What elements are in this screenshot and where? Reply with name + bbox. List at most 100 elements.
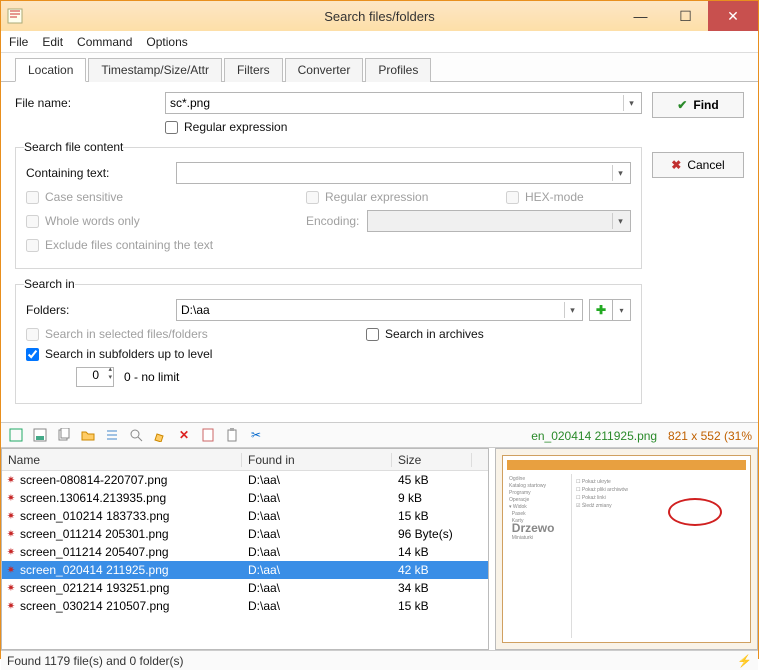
table-row[interactable]: ✷screen_011214 205301.pngD:\aa\96 Byte(s… bbox=[2, 525, 488, 543]
row-name: screen_011214 205407.png bbox=[20, 545, 242, 559]
table-row[interactable]: ✷screen_020414 211925.pngD:\aa\42 kB bbox=[2, 561, 488, 579]
preview-pane: OgólneKatalog startowyProgramyOperacje▾ … bbox=[495, 448, 758, 650]
searchin-fieldset: Search in Folders: D:\aa ▾ ✚ ▾ Search in… bbox=[15, 277, 642, 404]
containing-input[interactable]: ▾ bbox=[176, 162, 631, 184]
regex-checkbox[interactable]: Regular expression bbox=[165, 120, 287, 134]
row-size: 9 kB bbox=[392, 491, 472, 505]
row-size: 15 kB bbox=[392, 599, 472, 613]
case-sensitive-checkbox[interactable]: Case sensitive bbox=[26, 190, 266, 204]
menu-options[interactable]: Options bbox=[146, 35, 187, 49]
file-icon: ✷ bbox=[2, 583, 20, 594]
table-row[interactable]: ✷screen.130614.213935.pngD:\aa\9 kB bbox=[2, 489, 488, 507]
view-icon[interactable] bbox=[7, 426, 25, 444]
encoding-select: ▾ bbox=[367, 210, 631, 232]
chevron-down-icon[interactable]: ▾ bbox=[564, 302, 580, 318]
menu-edit[interactable]: Edit bbox=[42, 35, 63, 49]
bolt-icon[interactable]: ⚡ bbox=[737, 654, 752, 668]
encoding-label: Encoding: bbox=[306, 214, 359, 228]
tab-timestamp[interactable]: Timestamp/Size/Attr bbox=[88, 58, 222, 82]
file-icon: ✷ bbox=[2, 493, 20, 504]
row-name: screen-080814-220707.png bbox=[20, 473, 242, 487]
copy-icon[interactable] bbox=[55, 426, 73, 444]
row-name: screen_021214 193251.png bbox=[20, 581, 242, 595]
row-found: D:\aa\ bbox=[242, 581, 392, 595]
row-found: D:\aa\ bbox=[242, 509, 392, 523]
row-name: screen.130614.213935.png bbox=[20, 491, 242, 505]
row-found: D:\aa\ bbox=[242, 545, 392, 559]
table-row[interactable]: ✷screen_030214 210507.pngD:\aa\15 kB bbox=[2, 597, 488, 615]
minimize-button[interactable]: — bbox=[618, 1, 663, 31]
file-icon: ✷ bbox=[2, 601, 20, 612]
row-name: screen_020414 211925.png bbox=[20, 563, 242, 577]
menubar: File Edit Command Options bbox=[1, 31, 758, 53]
file-icon: ✷ bbox=[2, 475, 20, 486]
table-row[interactable]: ✷screen_010214 183733.pngD:\aa\15 kB bbox=[2, 507, 488, 525]
menu-file[interactable]: File bbox=[9, 35, 28, 49]
window-title: Search files/folders bbox=[324, 9, 435, 24]
content-fieldset: Search file content Containing text: ▾ C… bbox=[15, 140, 642, 269]
tab-converter[interactable]: Converter bbox=[285, 58, 364, 82]
menu-command[interactable]: Command bbox=[77, 35, 132, 49]
find-icon[interactable] bbox=[127, 426, 145, 444]
row-found: D:\aa\ bbox=[242, 473, 392, 487]
row-size: 96 Byte(s) bbox=[392, 527, 472, 541]
list-icon[interactable] bbox=[103, 426, 121, 444]
exclude-checkbox[interactable]: Exclude files containing the text bbox=[26, 238, 213, 252]
row-name: screen_011214 205301.png bbox=[20, 527, 242, 541]
archives-checkbox[interactable]: Search in archives bbox=[366, 327, 484, 341]
level-hint: 0 - no limit bbox=[124, 370, 179, 384]
row-size: 34 kB bbox=[392, 581, 472, 595]
col-size[interactable]: Size bbox=[392, 453, 472, 467]
selected-files-checkbox[interactable]: Search in selected files/folders bbox=[26, 327, 326, 341]
row-found: D:\aa\ bbox=[242, 527, 392, 541]
level-spinner[interactable]: 0 bbox=[76, 367, 114, 387]
filename-value: sc*.png bbox=[170, 96, 210, 110]
status-text: Found 1179 file(s) and 0 folder(s) bbox=[7, 654, 184, 668]
row-name: screen_010214 183733.png bbox=[20, 509, 242, 523]
find-button[interactable]: ✔ Find bbox=[652, 92, 744, 118]
add-folder-button[interactable]: ✚ bbox=[589, 299, 613, 321]
table-row[interactable]: ✷screen-080814-220707.pngD:\aa\45 kB bbox=[2, 471, 488, 489]
close-button[interactable]: ✕ bbox=[708, 1, 758, 31]
folder-icon[interactable] bbox=[79, 426, 97, 444]
app-icon bbox=[7, 8, 23, 24]
props-icon[interactable] bbox=[199, 426, 217, 444]
filename-input[interactable]: sc*.png ▾ bbox=[165, 92, 642, 114]
content-legend: Search file content bbox=[24, 140, 123, 154]
whole-words-checkbox[interactable]: Whole words only bbox=[26, 214, 266, 228]
row-found: D:\aa\ bbox=[242, 563, 392, 577]
table-row[interactable]: ✷screen_011214 205407.pngD:\aa\14 kB bbox=[2, 543, 488, 561]
chevron-down-icon[interactable]: ▾ bbox=[612, 165, 628, 181]
statusbar: Found 1179 file(s) and 0 folder(s) ⚡ bbox=[1, 650, 758, 670]
row-found: D:\aa\ bbox=[242, 599, 392, 613]
cancel-button[interactable]: ✖ Cancel bbox=[652, 152, 744, 178]
add-folder-dropdown[interactable]: ▾ bbox=[613, 299, 631, 321]
file-icon: ✷ bbox=[2, 565, 20, 576]
cut-icon[interactable]: ✂ bbox=[247, 426, 265, 444]
chevron-down-icon[interactable]: ▾ bbox=[623, 95, 639, 111]
col-found[interactable]: Found in bbox=[242, 453, 392, 467]
col-name[interactable]: Name bbox=[2, 453, 242, 467]
subfolders-checkbox[interactable]: Search in subfolders up to level bbox=[26, 347, 212, 361]
chevron-down-icon: ▾ bbox=[612, 213, 628, 229]
regex2-checkbox[interactable]: Regular expression bbox=[306, 190, 466, 204]
clipboard-icon[interactable] bbox=[223, 426, 241, 444]
tab-profiles[interactable]: Profiles bbox=[365, 58, 431, 82]
maximize-button[interactable]: ☐ bbox=[663, 1, 708, 31]
tab-location[interactable]: Location bbox=[15, 58, 86, 82]
row-name: screen_030214 210507.png bbox=[20, 599, 242, 613]
hex-checkbox[interactable]: HEX-mode bbox=[506, 190, 584, 204]
titlebar: Search files/folders — ☐ ✕ bbox=[1, 1, 758, 31]
list-header: Name Found in Size bbox=[2, 449, 488, 471]
delete-icon[interactable]: ✕ bbox=[175, 426, 193, 444]
edit-icon[interactable] bbox=[151, 426, 169, 444]
x-icon: ✖ bbox=[671, 158, 681, 172]
table-row[interactable]: ✷screen_021214 193251.pngD:\aa\34 kB bbox=[2, 579, 488, 597]
file-icon: ✷ bbox=[2, 511, 20, 522]
save-icon[interactable] bbox=[31, 426, 49, 444]
tab-filters[interactable]: Filters bbox=[224, 58, 283, 82]
row-size: 42 kB bbox=[392, 563, 472, 577]
containing-label: Containing text: bbox=[26, 166, 176, 180]
results-list[interactable]: Name Found in Size ✷screen-080814-220707… bbox=[1, 448, 489, 650]
folders-input[interactable]: D:\aa ▾ bbox=[176, 299, 583, 321]
